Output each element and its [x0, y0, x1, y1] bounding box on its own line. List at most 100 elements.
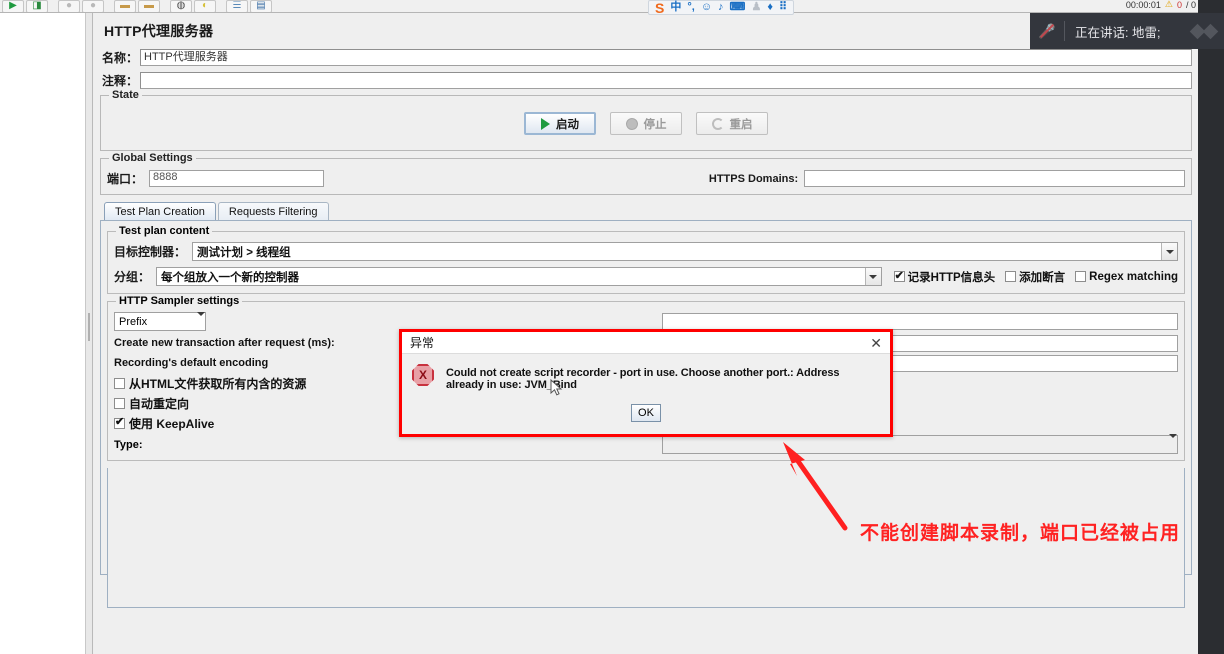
mic-muted-icon[interactable]: 🎤	[1030, 23, 1064, 40]
toolbar-button-close[interactable]: ●	[82, 0, 104, 12]
expand-icon: ▤	[256, 0, 266, 11]
target-controller-row: 目标控制器： 测试计划 > 线程组	[114, 242, 1178, 261]
port-input[interactable]: 8888	[149, 170, 325, 187]
play-icon	[541, 117, 550, 130]
recording-options: 记录HTTP信息头 添加断言 Regex matching	[888, 269, 1178, 285]
voice-chat-overlay[interactable]: 🎤 正在讲话: 地雷;	[1030, 13, 1224, 49]
desktop-background-band	[1198, 0, 1224, 654]
sogou-logo-icon[interactable]: S	[655, 1, 664, 15]
target-controller-value: 测试计划 > 线程组	[197, 246, 291, 259]
checkbox-record-http-headers-box[interactable]	[893, 269, 905, 282]
prefix-combo[interactable]: Prefix	[114, 311, 206, 331]
jmeter-toolbar: ▶ ◨ ● ● ▬ ▬ ◍ ◐ ☰ ▤	[0, 0, 1224, 13]
toolbar-button-new[interactable]: ▶	[2, 0, 24, 12]
start-button[interactable]: 启动	[524, 112, 596, 135]
stop-button[interactable]: 停止	[610, 112, 682, 135]
type-combo[interactable]	[662, 433, 1178, 454]
stop-icon	[625, 117, 638, 130]
chevron-down-icon-prefix[interactable]	[197, 311, 205, 328]
ime-voice-icon[interactable]: ♪	[718, 2, 724, 13]
global-settings-row: 端口： 8888 HTTPS Domains:	[107, 170, 1185, 187]
type-row: Type:	[114, 433, 1178, 454]
checkbox-use-keepalive-label: 使用 KeepAlive	[129, 416, 215, 431]
restart-button-label: 重启	[729, 118, 753, 131]
ime-punctuation-icon[interactable]: °,	[687, 2, 694, 13]
error-dialog-body: X Could not create script recorder - por…	[402, 354, 890, 391]
tab-test-plan-creation-label: Test Plan Creation	[115, 206, 205, 218]
toolbar-separator-1	[50, 0, 56, 12]
grouping-row: 分组： 每个组放入一个新的控制器 记录HTTP信息头 添加断言	[114, 267, 1178, 286]
target-controller-label: 目标控制器：	[114, 245, 187, 259]
toolbar-separator-2	[106, 0, 112, 12]
error-icon: X	[412, 364, 434, 386]
ime-language-icon[interactable]: 中	[670, 2, 681, 13]
grouping-label: 分组：	[114, 270, 151, 284]
prefix-value-input[interactable]	[662, 313, 1178, 330]
restart-icon	[711, 117, 724, 130]
toolbar-button-save-as[interactable]: ▬	[138, 0, 160, 12]
checkbox-add-assertions-box[interactable]	[1005, 271, 1017, 282]
error-dialog-buttons: OK	[402, 404, 890, 422]
tab-requests-filtering[interactable]: Requests Filtering	[217, 202, 329, 221]
comment-input[interactable]	[140, 72, 1192, 89]
checkbox-add-assertions[interactable]: 添加断言	[1005, 269, 1065, 285]
port-label: 端口：	[107, 172, 144, 186]
warning-icon: ⚠	[1164, 0, 1173, 9]
close-icon[interactable]: ✕	[868, 336, 884, 350]
checkbox-follow-redirects-box[interactable]	[114, 397, 125, 409]
ok-button[interactable]: OK	[631, 404, 661, 422]
test-plan-tree-panel[interactable]	[0, 13, 86, 654]
error-dialog[interactable]: 异常 ✕ X Could not create script recorder …	[399, 329, 893, 437]
state-buttons: 启动 停止 重启	[107, 107, 1185, 143]
test-plan-content-title: Test plan content	[116, 225, 213, 237]
test-plan-content-groupbox: Test plan content 目标控制器： 测试计划 > 线程组 分组： …	[107, 225, 1185, 294]
paste-icon: ☰	[232, 0, 242, 11]
ime-toolbar[interactable]: S 中 °, ☺ ♪ ⌨ ♟ ♦ ⠿	[648, 0, 794, 15]
grouping-combo[interactable]: 每个组放入一个新的控制器	[156, 267, 882, 286]
toolbar-button-expand[interactable]: ▤	[250, 0, 272, 12]
toolbar-button-open[interactable]: ●	[58, 0, 80, 12]
comment-row: 注释：	[100, 72, 1192, 89]
tab-test-plan-creation[interactable]: Test Plan Creation	[104, 202, 216, 221]
copy-icon: ◐	[201, 0, 209, 11]
ime-user-icon[interactable]: ♟	[751, 2, 761, 13]
chevron-down-icon-type[interactable]	[1169, 433, 1177, 452]
checkbox-regex-matching[interactable]: Regex matching	[1075, 271, 1178, 283]
chevron-down-icon[interactable]	[1161, 243, 1177, 260]
status-indicators: 00:00:01 ⚠ 0 / 0	[1126, 0, 1196, 10]
name-label: 名称：	[102, 51, 139, 65]
checkbox-retrieve-embedded-label: 从HTML文件获取所有内含的资源	[129, 376, 307, 391]
grouping-value: 每个组放入一个新的控制器	[161, 271, 300, 284]
checkbox-regex-matching-box[interactable]	[1075, 271, 1087, 282]
checkbox-use-keepalive-box[interactable]: ✔	[114, 416, 125, 429]
stop-button-label: 停止	[643, 118, 667, 131]
save-as-icon: ▬	[144, 0, 154, 11]
name-row: 名称： HTTP代理服务器	[100, 49, 1192, 66]
toolbar-button-save[interactable]: ▬	[114, 0, 136, 12]
state-groupbox: State 启动 停止 重启	[100, 89, 1192, 151]
https-domains-input[interactable]	[804, 170, 1185, 187]
target-controller-combo[interactable]: 测试计划 > 线程组	[192, 242, 1178, 261]
toolbar-button-templates[interactable]: ◨	[26, 0, 48, 12]
toolbar-button-cut[interactable]: ◍	[170, 0, 192, 12]
state-groupbox-title: State	[109, 89, 142, 101]
toolbar-button-copy[interactable]: ◐	[194, 0, 216, 12]
panel-splitter[interactable]	[86, 13, 93, 654]
ime-menu-icon[interactable]: ⠿	[779, 2, 787, 13]
ime-skin-icon[interactable]: ♦	[767, 2, 773, 13]
restart-button[interactable]: 重启	[696, 112, 768, 135]
ime-keyboard-icon[interactable]: ⌨	[730, 2, 746, 13]
global-settings-groupbox: Global Settings 端口： 8888 HTTPS Domains:	[100, 152, 1192, 195]
tab-strip: Test Plan Creation Requests Filtering	[104, 202, 1192, 221]
chevron-down-icon-grouping[interactable]	[864, 268, 881, 285]
checkbox-record-http-headers-label: 记录HTTP信息头	[907, 271, 996, 284]
ime-emoji-icon[interactable]: ☺	[701, 2, 712, 13]
toolbar-separator-3	[162, 0, 168, 12]
comment-label: 注释：	[102, 74, 139, 88]
toolbar-button-paste[interactable]: ☰	[226, 0, 248, 12]
name-input[interactable]: HTTP代理服务器	[140, 49, 1192, 66]
checkbox-retrieve-embedded-box[interactable]	[114, 377, 125, 389]
checkbox-record-http-headers[interactable]: 记录HTTP信息头	[893, 269, 996, 285]
error-dialog-titlebar: 异常 ✕	[402, 332, 890, 354]
error-dialog-title: 异常	[410, 336, 435, 350]
